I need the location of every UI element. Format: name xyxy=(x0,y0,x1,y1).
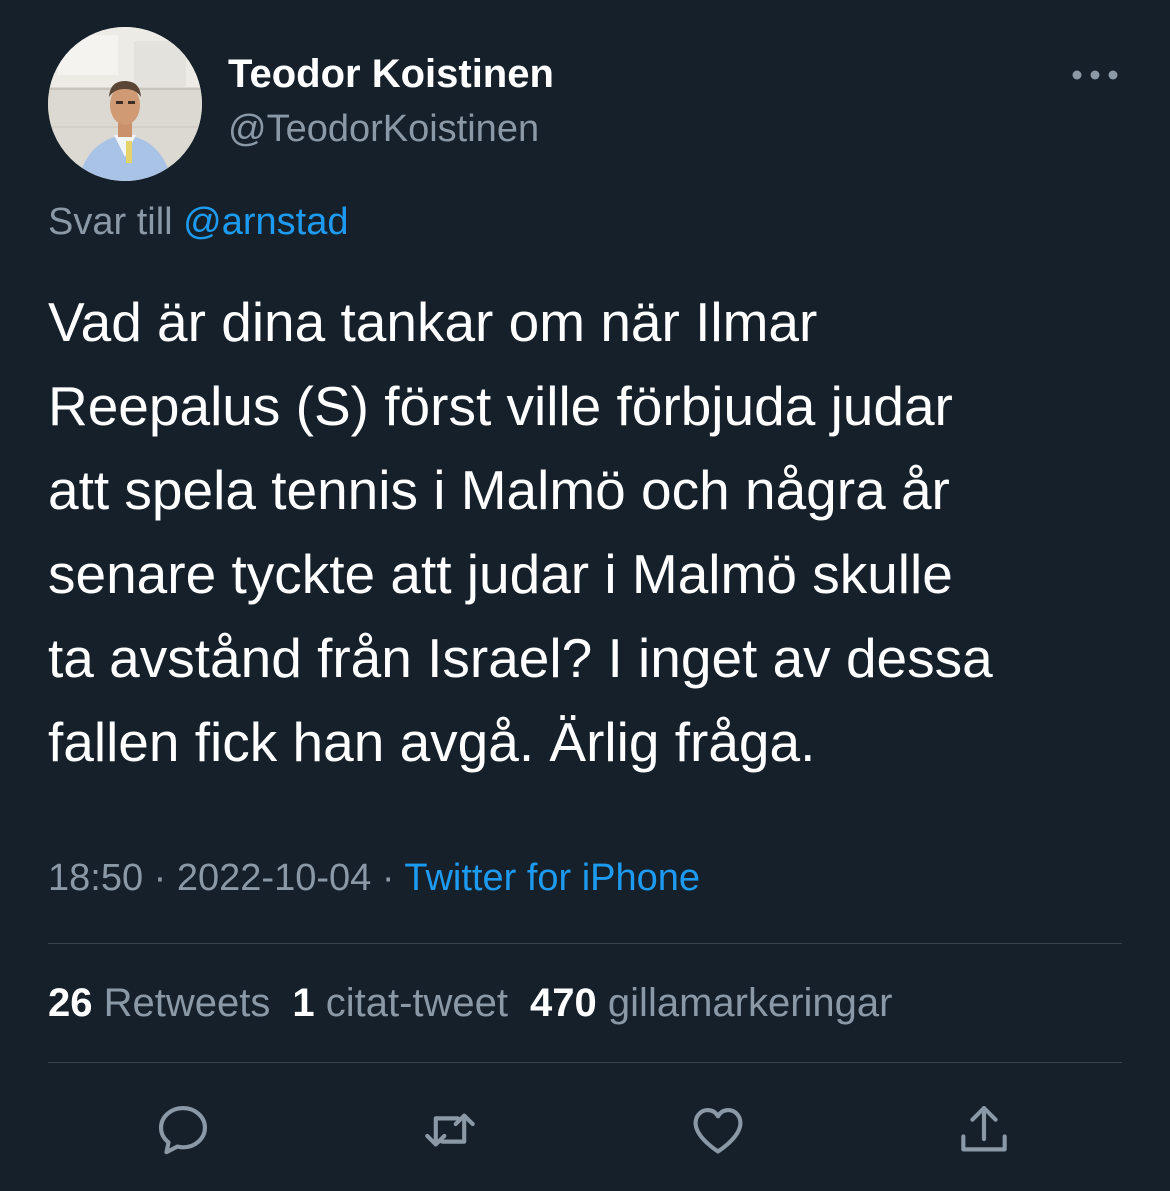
divider xyxy=(48,943,1122,944)
avatar-photo xyxy=(48,27,202,181)
share-button[interactable] xyxy=(952,1098,1016,1162)
likes-stat[interactable]: 470 gillamarkeringar xyxy=(530,981,892,1025)
likes-label: gillamarkeringar xyxy=(607,981,893,1025)
tweet-detail: Teodor Koistinen @TeodorKoistinen Svar t… xyxy=(0,0,1170,1191)
quotes-count: 1 xyxy=(292,981,315,1025)
reply-icon xyxy=(158,1105,208,1155)
retweets-stat[interactable]: 26 Retweets xyxy=(48,981,270,1025)
retweet-button[interactable] xyxy=(418,1098,482,1162)
retweet-icon xyxy=(425,1113,475,1147)
meta-separator: · xyxy=(153,857,167,899)
reply-mention-link[interactable]: @arnstad xyxy=(183,201,348,243)
author-display-name[interactable]: Teodor Koistinen xyxy=(228,52,554,97)
retweets-count: 26 xyxy=(48,981,93,1025)
tweet-text: Vad är dina tankar om när Ilmar Reepalus… xyxy=(48,291,993,773)
likes-count: 470 xyxy=(530,981,597,1025)
quotes-label: citat-tweet xyxy=(325,981,509,1025)
like-button[interactable] xyxy=(686,1098,750,1162)
retweets-label: Retweets xyxy=(103,981,271,1025)
meta-separator: · xyxy=(381,857,395,899)
avatar[interactable] xyxy=(48,27,202,181)
reply-prefix: Svar till xyxy=(48,201,173,243)
tweet-date[interactable]: 2022-10-04 xyxy=(177,857,371,899)
tweet-meta: 18:50 · 2022-10-04 · Twitter for iPhone xyxy=(48,857,700,900)
heart-icon xyxy=(693,1108,743,1154)
tweet-source-link[interactable]: Twitter for iPhone xyxy=(404,857,700,899)
tweet-time[interactable]: 18:50 xyxy=(48,857,143,899)
reply-button[interactable] xyxy=(151,1098,215,1162)
tweet-stats: 26 Retweets 1 citat-tweet 470 gillamarkeri… xyxy=(48,981,892,1026)
author-handle[interactable]: @TeodorKoistinen xyxy=(228,108,539,151)
share-icon xyxy=(961,1105,1007,1152)
reply-context: Svar till @arnstad xyxy=(48,201,348,244)
quotes-stat[interactable]: 1 citat-tweet xyxy=(292,981,508,1025)
divider xyxy=(48,1062,1122,1063)
more-horizontal-icon[interactable] xyxy=(1070,60,1120,90)
